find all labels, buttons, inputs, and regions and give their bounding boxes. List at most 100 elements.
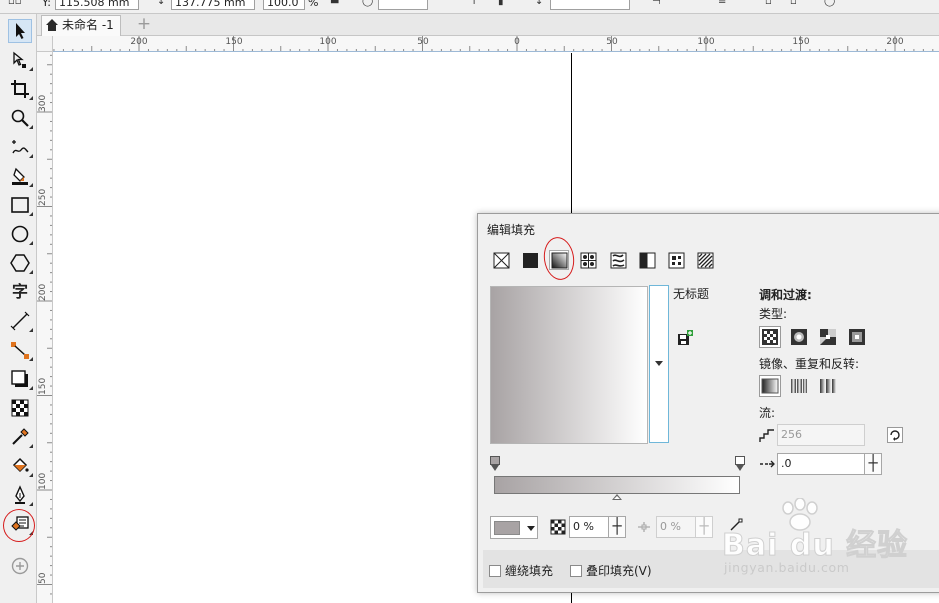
home-icon bbox=[46, 19, 58, 31]
polygon-tool[interactable] bbox=[8, 251, 33, 275]
mirror-horizontal-icon[interactable]: ↑ bbox=[470, 0, 480, 7]
elliptical-fill-button[interactable] bbox=[788, 326, 810, 348]
node-transparency-field[interactable]: 0 % bbox=[569, 516, 609, 538]
no-fill-icon bbox=[493, 252, 509, 268]
height-field[interactable]: 137.775 mm bbox=[171, 0, 255, 10]
ellipse-tool[interactable] bbox=[8, 222, 33, 246]
repeat-mirror-icon bbox=[791, 379, 807, 393]
quick-customize-icon-2[interactable]: ▫ bbox=[790, 0, 800, 7]
fill-preset-dropdown[interactable] bbox=[649, 285, 669, 443]
lock-ratio-icon[interactable]: ▬ bbox=[330, 0, 340, 7]
outline-width-icon: ↕ bbox=[535, 0, 544, 7]
interactive-fill-tool[interactable] bbox=[8, 512, 33, 536]
save-preset-icon[interactable] bbox=[677, 330, 693, 346]
two-color-pattern-icon bbox=[639, 252, 655, 268]
node-transparency-slider-button[interactable]: ┼ bbox=[608, 516, 626, 538]
y-position-field[interactable]: 115.508 mm bbox=[55, 0, 139, 10]
bitmap-pattern-icon bbox=[610, 252, 626, 268]
mirror-vertical-icon[interactable]: ▮ bbox=[498, 0, 508, 7]
uniform-fill-button[interactable] bbox=[520, 250, 540, 270]
two-color-pattern-fill-button[interactable] bbox=[637, 250, 657, 270]
node-position-slider-button[interactable]: ┼ bbox=[695, 516, 713, 538]
zoom-tool[interactable] bbox=[8, 106, 33, 130]
rotation-field[interactable] bbox=[378, 0, 428, 10]
ruler-h-label: 50 bbox=[417, 37, 429, 47]
ruler-v-label: 100 bbox=[38, 472, 48, 490]
rectangular-fill-button[interactable] bbox=[846, 326, 868, 348]
ellipse-icon bbox=[11, 225, 29, 243]
acceleration-slider-button[interactable]: ┼ bbox=[864, 453, 882, 475]
default-fill-button[interactable] bbox=[759, 375, 781, 397]
overprint-fill-label: 叠印填充(V) bbox=[586, 564, 652, 578]
crop-tool[interactable] bbox=[8, 77, 33, 101]
no-fill-button[interactable] bbox=[491, 250, 511, 270]
add-tool[interactable] bbox=[8, 554, 32, 578]
end-color-node[interactable] bbox=[735, 456, 745, 472]
uniform-fill-icon bbox=[522, 252, 538, 268]
outline-pen-tool[interactable] bbox=[8, 483, 33, 507]
preset-title-label: 无标题 bbox=[673, 287, 710, 301]
acceleration-field[interactable]: .0 bbox=[777, 453, 865, 475]
vertical-ruler-ticks bbox=[37, 54, 52, 595]
postscript-fill-button[interactable] bbox=[695, 250, 715, 270]
checkbox-box[interactable] bbox=[489, 564, 501, 577]
fill-tool[interactable] bbox=[8, 454, 33, 478]
type-label: 类型: bbox=[759, 307, 788, 321]
conical-fill-button[interactable] bbox=[817, 326, 839, 348]
arrange-icon[interactable]: ⊣ bbox=[652, 0, 662, 7]
start-color-node[interactable] bbox=[490, 456, 500, 472]
horizontal-ruler[interactable]: 200 150 100 50 0 50 100 150 200 bbox=[53, 36, 939, 52]
bitmap-pattern-fill-button[interactable] bbox=[608, 250, 628, 270]
ruler-v-label: 250 bbox=[38, 188, 48, 206]
node-position-field[interactable]: 0 % bbox=[656, 516, 696, 538]
document-tab[interactable]: 未命名 -1 bbox=[41, 15, 121, 36]
help-icon[interactable]: ◯ bbox=[824, 0, 835, 7]
drop-shadow-tool[interactable] bbox=[8, 367, 33, 391]
vertical-ruler[interactable]: 300 250 200 150 100 50 bbox=[37, 52, 53, 603]
gradient-bar[interactable] bbox=[494, 476, 740, 494]
rectangle-tool[interactable] bbox=[8, 193, 33, 217]
freehand-tool[interactable] bbox=[8, 135, 33, 159]
ruler-v-label: 150 bbox=[38, 377, 48, 395]
wrap-text-icon[interactable]: ≡ bbox=[718, 0, 728, 7]
dimension-icon bbox=[10, 311, 30, 331]
rectangle-icon bbox=[11, 197, 29, 213]
quick-customize-icon[interactable]: ▫ bbox=[765, 0, 775, 7]
scale-field[interactable]: 100.0 bbox=[263, 0, 305, 10]
magnifier-icon bbox=[11, 109, 29, 127]
pick-tool[interactable] bbox=[8, 19, 32, 43]
texture-fill-button[interactable] bbox=[666, 250, 686, 270]
rotation-icon: ◯ bbox=[362, 0, 374, 7]
outline-width-field[interactable] bbox=[550, 0, 630, 10]
eyedropper-tool[interactable] bbox=[8, 425, 33, 449]
checkbox-box[interactable] bbox=[570, 564, 582, 577]
interactive-fill-icon bbox=[11, 516, 29, 531]
fountain-fill-button[interactable] bbox=[549, 250, 569, 270]
repeat-icon bbox=[820, 379, 836, 393]
chevron-down-icon bbox=[527, 526, 535, 531]
vector-pattern-fill-button[interactable] bbox=[578, 250, 598, 270]
new-tab-button[interactable]: + bbox=[135, 16, 153, 34]
gradient-default-icon bbox=[761, 378, 779, 394]
steps-field[interactable]: 256 bbox=[777, 424, 865, 446]
node-color-picker[interactable] bbox=[490, 516, 538, 539]
repeat-button[interactable] bbox=[817, 375, 839, 397]
smart-fill-tool[interactable] bbox=[8, 164, 33, 188]
connector-tool[interactable] bbox=[8, 338, 33, 362]
ruler-h-label: 200 bbox=[130, 37, 148, 47]
transparency-tool[interactable] bbox=[8, 396, 32, 420]
elliptical-type-icon bbox=[791, 329, 807, 345]
wrap-fill-checkbox[interactable]: 缠绕填充 bbox=[489, 562, 553, 579]
ruler-origin[interactable] bbox=[37, 36, 53, 52]
text-tool[interactable]: 字 bbox=[8, 280, 32, 304]
shape-tool[interactable] bbox=[8, 48, 33, 72]
parallel-dimension-tool[interactable] bbox=[8, 309, 33, 333]
plus-circle-icon bbox=[11, 557, 29, 575]
lock-steps-icon[interactable] bbox=[887, 427, 903, 443]
y-position-label: Y: bbox=[42, 0, 51, 9]
linear-fill-button[interactable] bbox=[759, 326, 781, 348]
ruler-h-label: 100 bbox=[319, 37, 337, 47]
overprint-fill-checkbox[interactable]: 叠印填充(V) bbox=[570, 562, 652, 579]
midpoint-slider[interactable] bbox=[612, 494, 622, 500]
repeat-and-mirror-button[interactable] bbox=[788, 375, 810, 397]
